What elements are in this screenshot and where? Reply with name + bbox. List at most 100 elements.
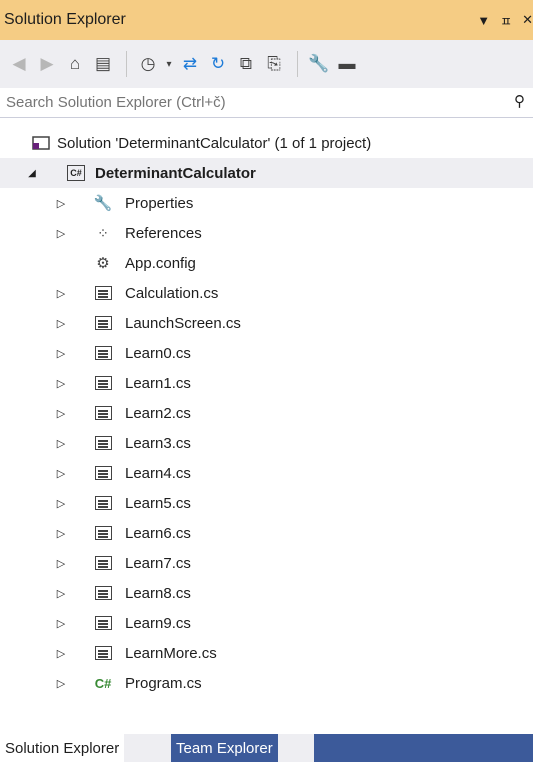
search-icon[interactable]: ⚲: [514, 92, 525, 110]
tree-item-label: Learn0.cs: [125, 344, 191, 362]
wrench-icon: 🔧: [93, 195, 113, 212]
tree-row-item[interactable]: ▷ LearnMore.cs: [0, 638, 533, 668]
bottom-tab-strip: Solution Explorer Team Explorer: [0, 734, 533, 762]
tree-row-item[interactable]: ▷ ⁘ References: [0, 218, 533, 248]
tree-item-label: Learn5.cs: [125, 494, 191, 512]
tree-item-label: LearnMore.cs: [125, 644, 217, 662]
tab-solution-explorer[interactable]: Solution Explorer: [0, 734, 125, 762]
collapsed-arrow-icon[interactable]: ▷: [55, 376, 67, 390]
tree-item-label: References: [125, 224, 202, 242]
collapsed-arrow-icon[interactable]: ▷: [55, 286, 67, 300]
tree-item-label: Learn7.cs: [125, 554, 191, 572]
collapsed-arrow-icon[interactable]: ▷: [55, 646, 67, 660]
back-icon[interactable]: ◀: [6, 51, 32, 77]
close-icon[interactable]: ✕: [522, 12, 533, 28]
tree-row-item[interactable]: ▷ Learn0.cs: [0, 338, 533, 368]
form-icon: [93, 613, 113, 633]
search-box[interactable]: ⚲: [0, 88, 533, 118]
form-icon: [93, 583, 113, 603]
collapsed-arrow-icon[interactable]: ▷: [55, 496, 67, 510]
references-icon: ⁘: [97, 224, 109, 241]
tree-item-label: Learn1.cs: [125, 374, 191, 392]
collapsed-arrow-icon[interactable]: ▷: [55, 586, 67, 600]
tree-row-item[interactable]: ▷ Learn9.cs: [0, 608, 533, 638]
form-icon: [93, 463, 113, 483]
properties-icon[interactable]: 🔧: [306, 51, 332, 77]
pin-icon[interactable]: ㅍ: [500, 11, 512, 30]
tree-row-item[interactable]: ▷ 🔧 Properties: [0, 188, 533, 218]
csharp-project-icon: C#: [66, 163, 86, 183]
tree-row-item[interactable]: ▷ Learn6.cs: [0, 518, 533, 548]
tree-item-label: Learn4.cs: [125, 464, 191, 482]
tree-item-label: Properties: [125, 194, 194, 212]
collapsed-arrow-icon[interactable]: ▷: [55, 406, 67, 420]
sync-icon[interactable]: ⇄: [177, 51, 203, 77]
config-icon: ⚙: [96, 255, 110, 272]
tab-team-explorer[interactable]: Team Explorer: [171, 734, 278, 762]
tree-item-label: App.config: [125, 254, 196, 272]
collapsed-arrow-icon[interactable]: ▷: [55, 526, 67, 540]
tree-row-item[interactable]: ⚙ App.config: [0, 248, 533, 278]
solution-icon: [31, 133, 51, 153]
form-icon: [93, 523, 113, 543]
tree-row-solution[interactable]: Solution 'DeterminantCalculator' (1 of 1…: [0, 128, 533, 158]
collapsed-arrow-icon[interactable]: ▷: [55, 616, 67, 630]
chevron-down-icon[interactable]: ▼: [477, 13, 490, 28]
collapsed-arrow-icon[interactable]: ▷: [55, 556, 67, 570]
collapsed-arrow-icon[interactable]: ▷: [55, 226, 67, 240]
collapse-all-icon[interactable]: ⧉: [233, 51, 259, 77]
search-input[interactable]: [4, 93, 488, 112]
form-icon: [93, 283, 113, 303]
form-icon: [93, 403, 113, 423]
form-icon: [93, 313, 113, 333]
title-bar-controls: ▼ ㅍ ✕: [477, 0, 533, 40]
tree-row-item[interactable]: ▷ Learn7.cs: [0, 548, 533, 578]
expanded-arrow-icon[interactable]: ◢: [26, 166, 38, 180]
collapsed-arrow-icon[interactable]: ▷: [55, 316, 67, 330]
csharp-file-icon: C#: [94, 675, 112, 691]
project-label: DeterminantCalculator: [95, 164, 256, 182]
collapsed-arrow-icon[interactable]: ▷: [55, 436, 67, 450]
title-bar: Solution Explorer ▼ ㅍ ✕: [0, 0, 533, 40]
tree-row-item[interactable]: ▷ Calculation.cs: [0, 278, 533, 308]
toolbar-separator: [126, 51, 127, 77]
tree-row-item[interactable]: ▷ C# Program.cs: [0, 668, 533, 698]
chevron-down-icon[interactable]: ▾: [163, 51, 175, 77]
tree-row-item[interactable]: ▷ Learn1.cs: [0, 368, 533, 398]
tree-row-item[interactable]: ▷ Learn8.cs: [0, 578, 533, 608]
tree-row-item[interactable]: ▷ Learn5.cs: [0, 488, 533, 518]
preview-icon[interactable]: ▬: [334, 51, 360, 77]
toolbar-separator: [297, 51, 298, 77]
tree-row-item[interactable]: ▷ LaunchScreen.cs: [0, 308, 533, 338]
tab-strip-filler: [314, 734, 533, 762]
form-icon: [93, 553, 113, 573]
form-icon: [93, 373, 113, 393]
refresh-icon[interactable]: ↻: [205, 51, 231, 77]
collapsed-arrow-icon[interactable]: ▷: [55, 346, 67, 360]
tree-item-label: Learn6.cs: [125, 524, 191, 542]
tree-row-item[interactable]: ▷ Learn4.cs: [0, 458, 533, 488]
form-icon: [93, 433, 113, 453]
show-all-files-icon[interactable]: ⎘: [261, 51, 287, 77]
tree-item-label: Learn9.cs: [125, 614, 191, 632]
tree-item-label: Calculation.cs: [125, 284, 219, 302]
collapsed-arrow-icon[interactable]: ▷: [55, 466, 67, 480]
tree-row-item[interactable]: ▷ Learn3.cs: [0, 428, 533, 458]
pending-changes-icon[interactable]: ◷: [135, 51, 161, 77]
collapsed-arrow-icon[interactable]: ▷: [55, 196, 67, 210]
form-icon: [93, 343, 113, 363]
form-icon: [93, 493, 113, 513]
tree-item-label: Learn3.cs: [125, 434, 191, 452]
tree-row-item[interactable]: ▷ Learn2.cs: [0, 398, 533, 428]
tree-item-label: Program.cs: [125, 674, 202, 692]
window-title: Solution Explorer: [4, 11, 126, 28]
tree-item-label: Learn8.cs: [125, 584, 191, 602]
tree-item-label: Learn2.cs: [125, 404, 191, 422]
tree-row-project[interactable]: ◢ C# DeterminantCalculator: [0, 158, 533, 188]
collapsed-arrow-icon[interactable]: ▷: [55, 676, 67, 690]
solution-label: Solution 'DeterminantCalculator' (1 of 1…: [57, 134, 372, 152]
toolbar: ◀ ▶ ⌂ ▤ ◷ ▾ ⇄ ↻ ⧉ ⎘ 🔧 ▬: [0, 40, 533, 88]
switch-views-icon[interactable]: ▤: [90, 51, 116, 77]
forward-icon[interactable]: ▶: [34, 51, 60, 77]
home-icon[interactable]: ⌂: [62, 51, 88, 77]
